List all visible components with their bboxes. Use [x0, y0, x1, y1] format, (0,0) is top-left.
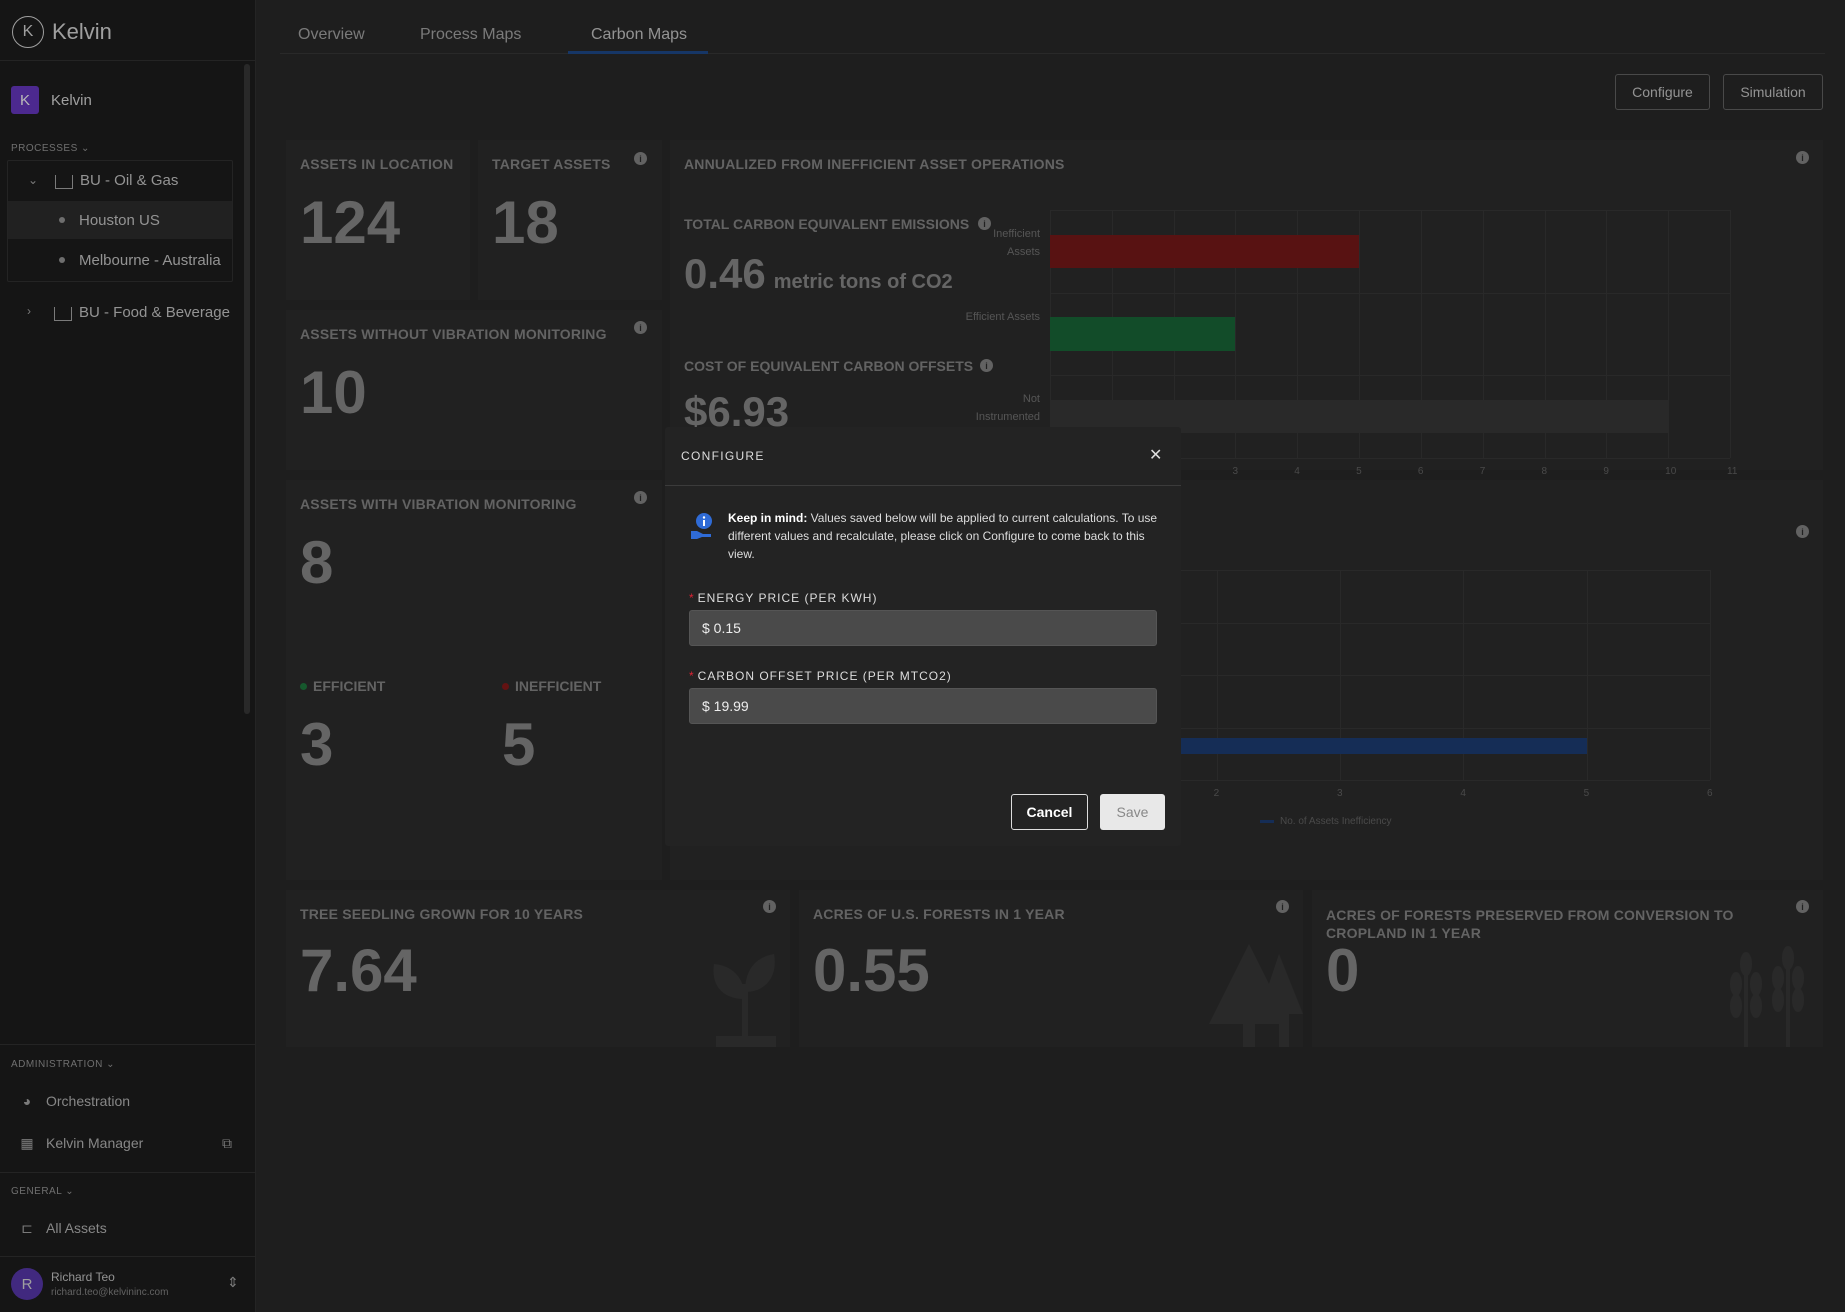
close-icon[interactable]: ✕: [1149, 445, 1162, 465]
energy-price-label: * ENERGY PRICE (PER KWH): [689, 591, 877, 605]
required-asterisk: *: [689, 669, 695, 683]
carbon-offset-price-input[interactable]: $ 19.99: [689, 688, 1157, 724]
info-hand-icon: [691, 513, 712, 539]
modal-title: CONFIGURE: [681, 449, 765, 463]
carbon-offset-price-label: * CARBON OFFSET PRICE (PER MTCO2): [689, 669, 952, 683]
carbon-offset-label-text: CARBON OFFSET PRICE (PER MTCO2): [697, 669, 952, 683]
configure-modal: CONFIGURE ✕ Keep in mind: Values saved b…: [665, 427, 1181, 846]
save-button[interactable]: Save: [1100, 794, 1165, 830]
cancel-button[interactable]: Cancel: [1011, 794, 1088, 830]
modal-note: Keep in mind: Values saved below will be…: [728, 509, 1158, 563]
energy-price-label-text: ENERGY PRICE (PER KWH): [697, 591, 878, 605]
note-bold: Keep in mind:: [728, 511, 808, 525]
required-asterisk: *: [689, 591, 695, 605]
app-root: K Kelvin K Kelvin PROCESSES ⌄ ⌄ BU - Oil…: [0, 0, 1845, 1312]
modal-divider: [665, 485, 1181, 486]
energy-price-input[interactable]: $ 0.15: [689, 610, 1157, 646]
